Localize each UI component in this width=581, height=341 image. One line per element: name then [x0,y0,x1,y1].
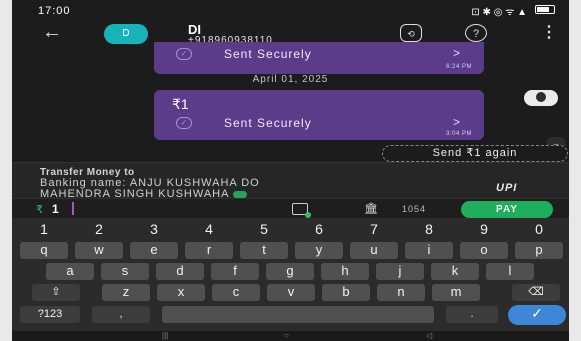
home-icon[interactable]: ○ [284,332,289,340]
key-r[interactable]: r [185,242,233,259]
sent-status: Sent Securely [224,116,312,130]
key-y[interactable]: y [295,242,343,259]
symbols-key[interactable]: ?123 [20,306,80,323]
key-l[interactable]: l [486,263,534,280]
key-c[interactable]: c [212,284,260,301]
contact-avatar[interactable]: D [104,24,148,44]
key-9[interactable]: 9 [460,221,508,238]
key-a[interactable]: a [46,263,94,280]
date-separator: April 01, 2025 [252,74,329,85]
key-m[interactable]: m [432,284,480,301]
key-s[interactable]: s [101,263,149,280]
key-2[interactable]: 2 [75,221,123,238]
send-again-button[interactable]: Send ₹1 again [382,145,568,162]
back-arrow-icon[interactable]: ← [42,22,62,42]
chevron-right-icon[interactable]: > [453,46,460,60]
key-row-2: asdfghjkl [12,263,569,284]
key-0[interactable]: 0 [515,221,563,238]
rupee-icon: ₹ [36,204,43,216]
key-n[interactable]: n [377,284,425,301]
key-h[interactable]: h [321,263,369,280]
pay-button[interactable]: PAY [461,201,553,218]
key-k[interactable]: k [431,263,479,280]
key-8[interactable]: 8 [405,221,453,238]
key-v[interactable]: v [267,284,315,301]
key-row-1: qwertyuiop [12,242,569,263]
check-icon: ✓ [176,48,192,60]
payment-amount: ₹1 [172,96,189,112]
sticker-icon[interactable] [292,203,311,218]
key-i[interactable]: i [405,242,453,259]
transfer-info: Transfer Money to Banking name: ANJU KUS… [12,162,569,200]
key-4[interactable]: 4 [185,221,233,238]
key-f[interactable]: f [211,263,259,280]
message-time: 3:04 PM [446,131,472,137]
user-avatar [524,90,558,106]
text-caret [72,202,74,215]
space-key[interactable] [162,306,434,323]
message-time: 6:24 PM [446,64,472,70]
key-x[interactable]: x [157,284,205,301]
number-row: 1234567890 [12,221,569,242]
key-o[interactable]: o [460,242,508,259]
backspace-key[interactable]: ⌫ [512,284,560,301]
clock-history-icon[interactable]: ⟲ [400,24,422,42]
key-d[interactable]: d [156,263,204,280]
back-nav-icon[interactable]: ◁ [426,332,432,340]
key-t[interactable]: t [240,242,288,259]
payment-bubble[interactable]: ✓ Sent Securely > 6:24 PM [154,42,484,74]
amount-bar: ₹ 🏛 1054 PAY [12,198,569,218]
status-indicator-icons: ⊡ ✱ ◎ ᯤ ▲ [471,7,527,18]
shift-key[interactable]: ⇧ [32,284,80,301]
key-p[interactable]: p [515,242,563,259]
upi-logo: UPI [496,182,518,194]
key-1[interactable]: 1 [20,221,68,238]
comma-key[interactable]: , [92,306,150,323]
sent-status: Sent Securely [224,47,312,61]
key-z[interactable]: z [102,284,150,301]
key-g[interactable]: g [266,263,314,280]
chevron-right-icon[interactable]: > [453,115,460,129]
status-icons: ⊡ ✱ ◎ ᯤ ▲ [471,4,555,18]
keyboard: 1234567890 qwertyuiop asdfghjkl ⇧ ⌫ zxcv… [12,218,569,331]
key-w[interactable]: w [75,242,123,259]
help-icon[interactable]: ? [465,24,487,42]
key-7[interactable]: 7 [350,221,398,238]
battery-icon [535,5,555,14]
key-6[interactable]: 6 [295,221,343,238]
key-5[interactable]: 5 [240,221,288,238]
key-row-4: ?123 , . ✓ [12,305,569,327]
chat-area[interactable]: ✓ Sent Securely > 6:24 PM April 01, 2025… [12,42,569,162]
key-j[interactable]: j [376,263,424,280]
key-row-3: ⇧ ⌫ zxcvbnm [12,284,569,305]
key-u[interactable]: u [350,242,398,259]
verified-icon [233,190,248,198]
enter-key[interactable]: ✓ [508,305,566,325]
key-q[interactable]: q [20,242,68,259]
more-vertical-icon[interactable]: ⋮ [538,24,560,42]
status-bar: 17:00 ⊡ ✱ ◎ ᯤ ▲ [12,0,569,20]
navigation-bar: ||| ○ ◁ [12,331,569,341]
bank-account-digits[interactable]: 1054 [402,204,426,214]
payment-bubble[interactable]: ₹1 ✓ Sent Securely > 3:04 PM [154,90,484,140]
status-time: 17:00 [38,5,71,17]
check-icon: ✓ [176,117,192,129]
phone-screen: 17:00 ⊡ ✱ ◎ ᯤ ▲ ← D DI +918960938110 ⟲ ?… [12,0,569,341]
key-3[interactable]: 3 [130,221,178,238]
key-b[interactable]: b [322,284,370,301]
recents-icon[interactable]: ||| [162,332,168,340]
period-key[interactable]: . [446,306,498,323]
bank-icon[interactable]: 🏛 [364,202,378,215]
key-e[interactable]: e [130,242,178,259]
